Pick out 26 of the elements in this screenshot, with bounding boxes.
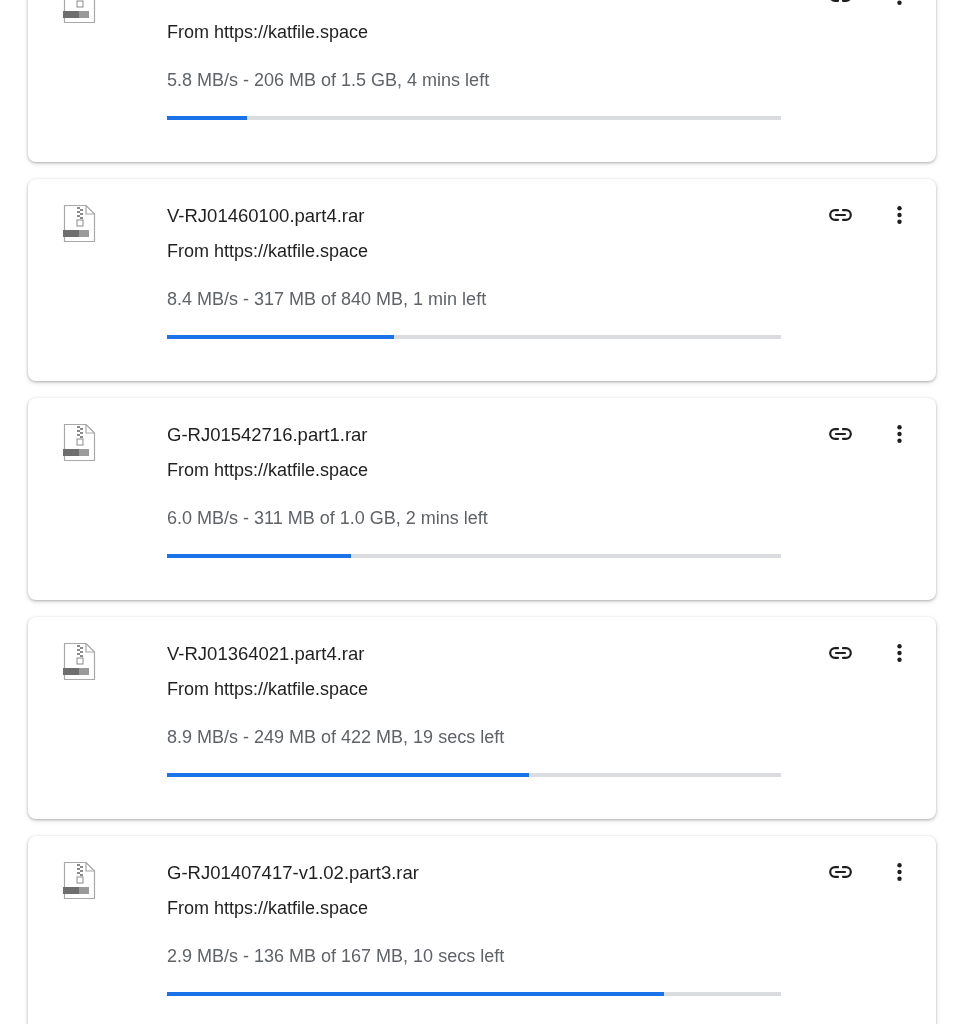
source-url: From https://katfile.space (167, 21, 370, 44)
download-status: 8.4 MB/s - 317 MB of 840 MB, 1 min left (167, 288, 488, 311)
zip-file-icon (63, 204, 96, 243)
source-url: From https://katfile.space (167, 678, 370, 701)
link-icon (828, 647, 852, 659)
source-url: From https://katfile.space (167, 897, 370, 920)
more-icon (896, 425, 902, 443)
link-icon (828, 866, 852, 878)
more-icon (896, 206, 902, 224)
source-url: From https://katfile.space (167, 459, 370, 482)
link-icon (828, 428, 852, 440)
download-status: 8.9 MB/s - 249 MB of 422 MB, 19 secs left (167, 726, 506, 749)
file-name: G-RJ01407417-v1.02.part3.rar (167, 861, 420, 885)
source-url: From https://katfile.space (167, 240, 370, 263)
download-status: 6.0 MB/s - 311 MB of 1.0 GB, 2 mins left (167, 507, 489, 530)
download-status: 5.8 MB/s - 206 MB of 1.5 GB, 4 mins left (167, 69, 491, 92)
zip-file-icon (63, 642, 96, 681)
more-icon (896, 644, 902, 662)
more-icon (896, 863, 902, 881)
zip-file-icon (63, 423, 96, 462)
file-name: V-RJ01364021.part4.rar (167, 642, 366, 666)
download-status: 2.9 MB/s - 136 MB of 167 MB, 10 secs left (167, 945, 506, 968)
zip-file-icon (63, 861, 96, 900)
link-icon (828, 209, 852, 221)
file-name: V-RJ01460100.part4.rar (167, 204, 366, 228)
file-name: G-RJ01542716.part1.rar (167, 423, 369, 447)
